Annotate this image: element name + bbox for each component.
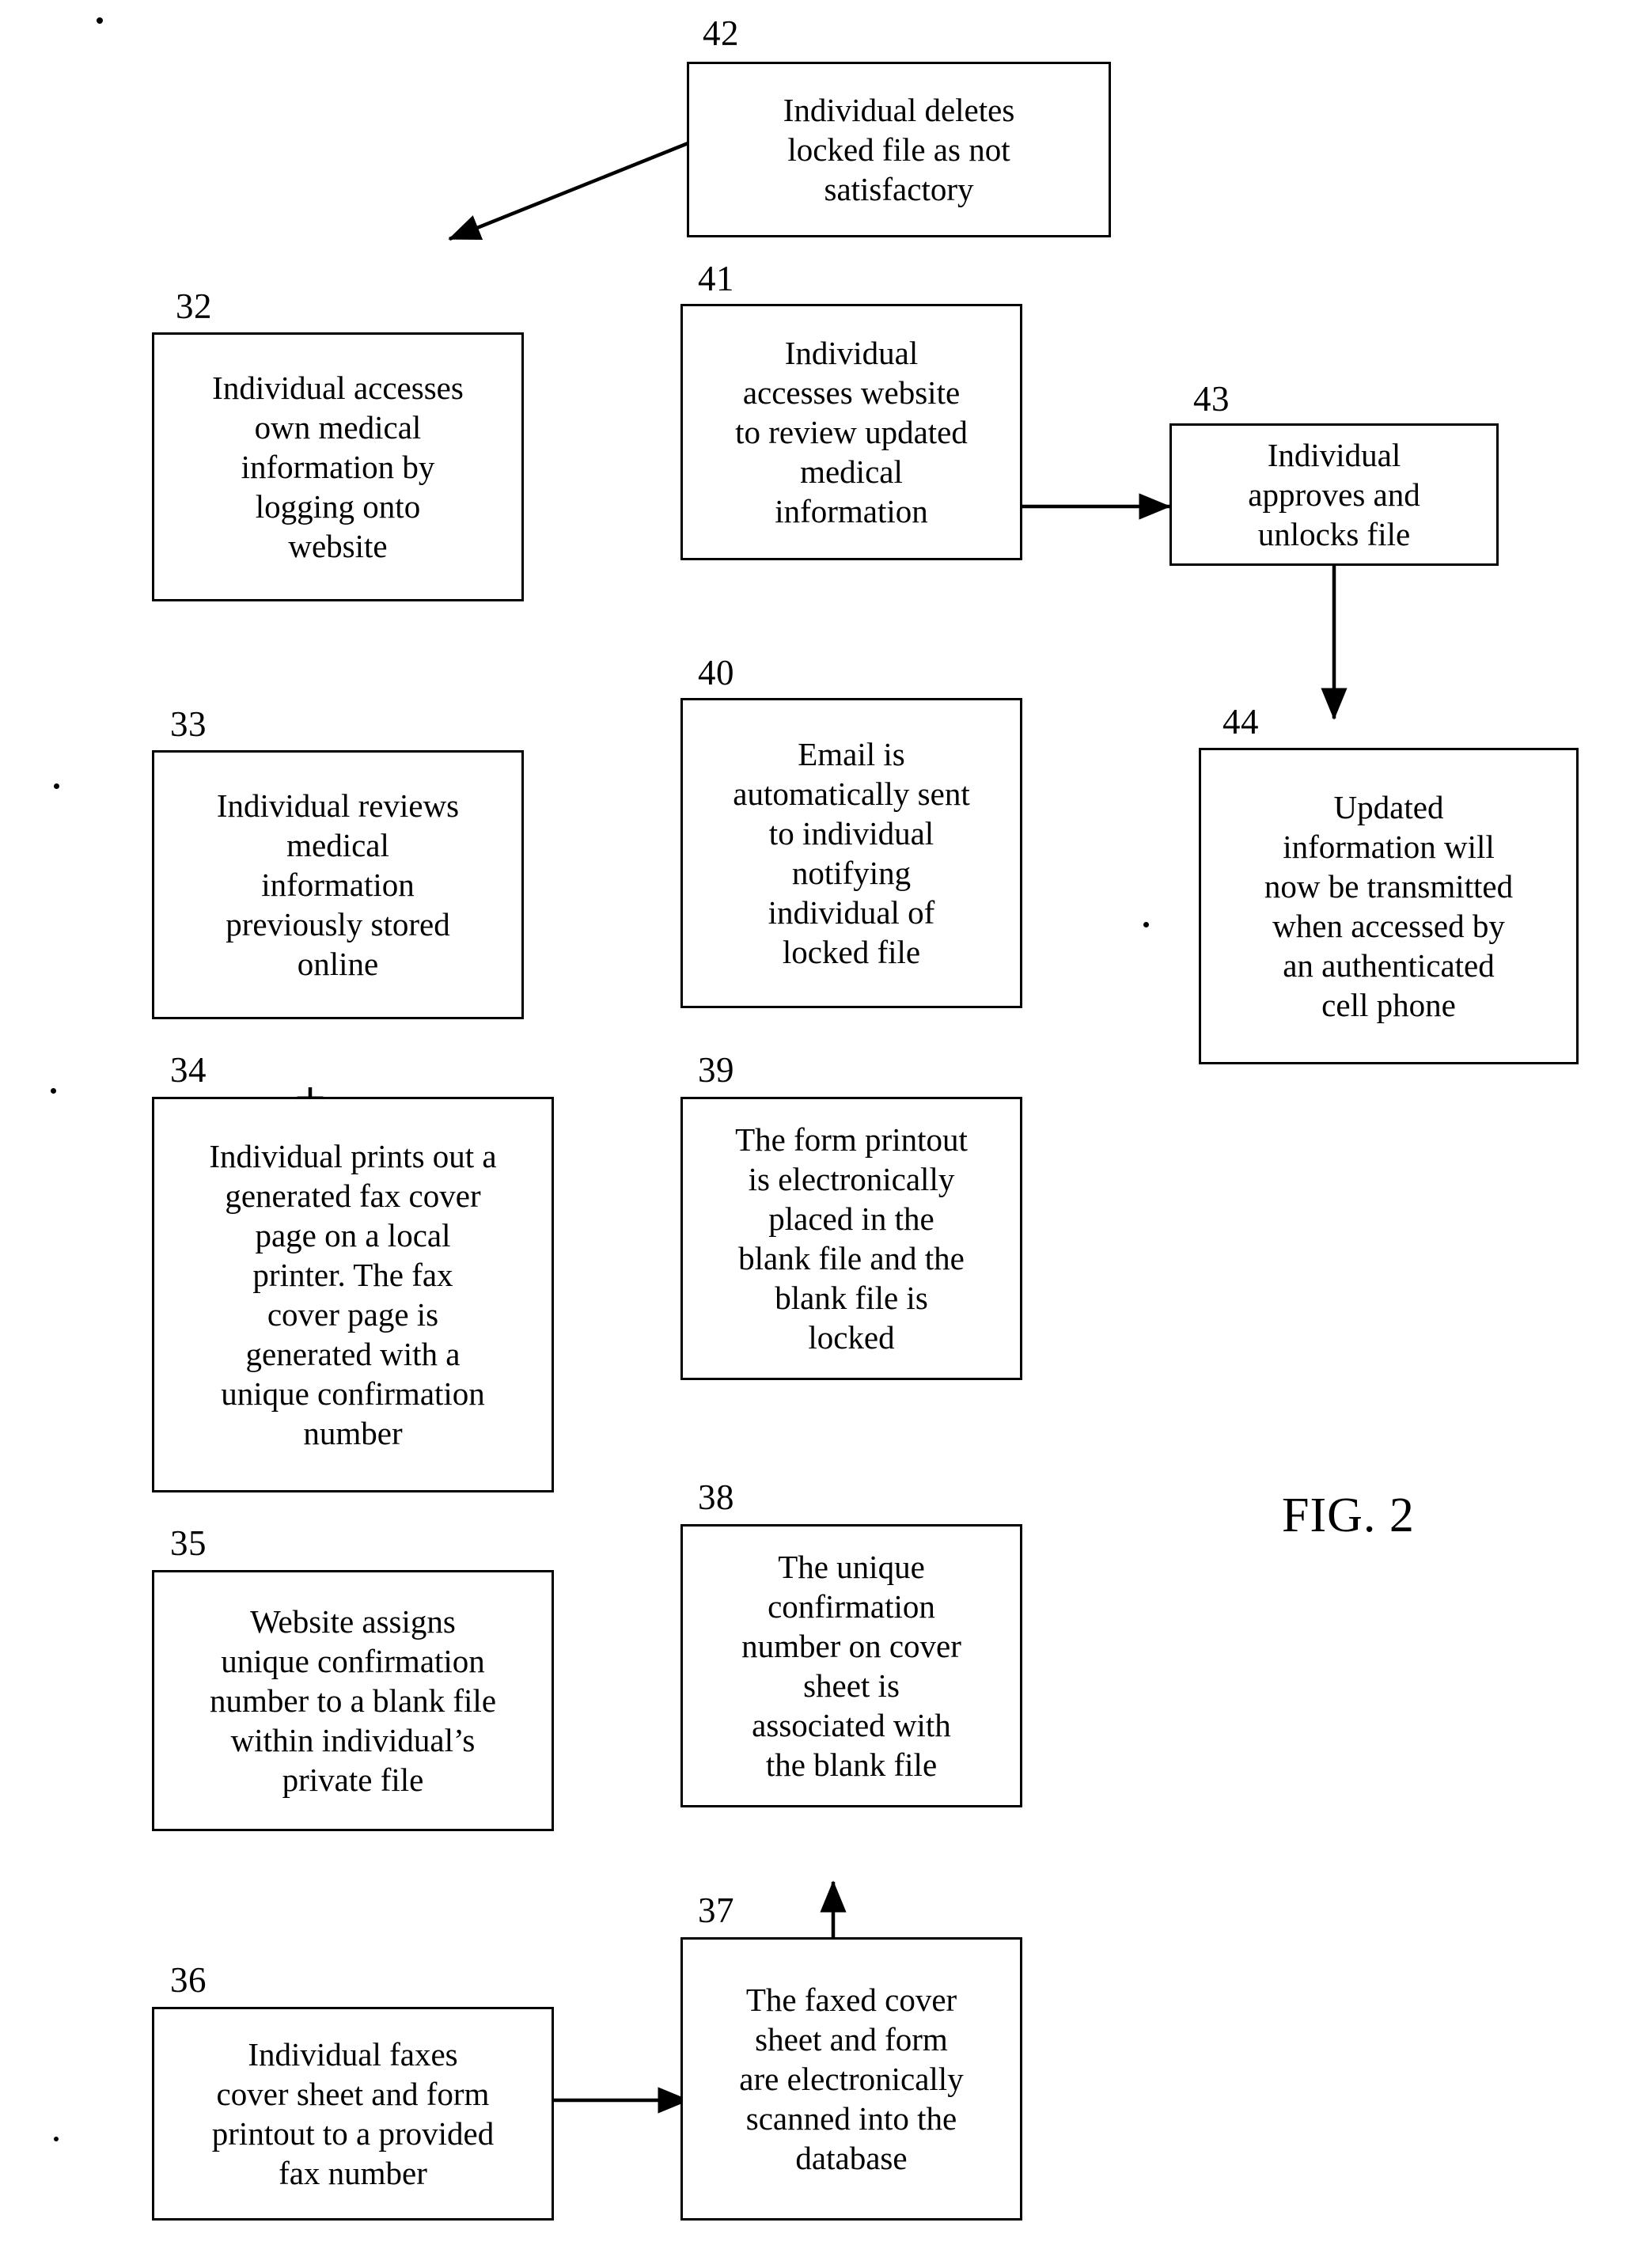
flow-node-40-text: Email is automatically sent to individua… bbox=[733, 735, 970, 971]
ref-numeral-36: 36 bbox=[170, 1960, 207, 2000]
flow-node-32-text: Individual accesses own medical informat… bbox=[212, 369, 464, 565]
flow-node-43[interactable]: Individual approves and unlocks file bbox=[1169, 423, 1499, 566]
flow-node-42-text: Individual deletes locked file as not sa… bbox=[783, 91, 1015, 207]
ref-numeral-43: 43 bbox=[1193, 379, 1230, 419]
flow-node-33-text: Individual reviews medical information p… bbox=[216, 787, 460, 983]
flow-node-38[interactable]: The unique confirmation number on cover … bbox=[680, 1524, 1022, 1807]
flow-node-36-text: Individual faxes cover sheet and form pr… bbox=[211, 2035, 495, 2192]
flow-node-35[interactable]: Website assigns unique confirmation numb… bbox=[152, 1570, 554, 1831]
flow-node-44-text: Updated information will now be transmit… bbox=[1264, 788, 1514, 1024]
ref-numeral-40: 40 bbox=[698, 653, 734, 692]
flow-node-33[interactable]: Individual reviews medical information p… bbox=[152, 750, 524, 1019]
scan-speck bbox=[1143, 922, 1149, 927]
ref-numeral-38: 38 bbox=[698, 1477, 734, 1517]
scan-speck bbox=[54, 2137, 59, 2141]
flow-node-32[interactable]: Individual accesses own medical informat… bbox=[152, 332, 524, 601]
flow-node-39-text: The form printout is electronically plac… bbox=[735, 1121, 968, 1356]
flow-node-41[interactable]: Individual accesses website to review up… bbox=[680, 304, 1022, 560]
flow-node-34-text: Individual prints out a generated fax co… bbox=[209, 1137, 497, 1452]
ref-numeral-34: 34 bbox=[170, 1050, 207, 1090]
ref-numeral-32: 32 bbox=[176, 286, 212, 326]
flow-node-43-text: Individual approves and unlocks file bbox=[1248, 436, 1420, 552]
scan-speck bbox=[54, 783, 59, 789]
patent-figure-page: 42 Individual deletes locked file as not… bbox=[0, 0, 1630, 2268]
flow-node-39[interactable]: The form printout is electronically plac… bbox=[680, 1097, 1022, 1380]
flow-node-37-text: The faxed cover sheet and form are elect… bbox=[739, 1981, 964, 2177]
scan-speck bbox=[51, 1088, 56, 1094]
flow-node-34[interactable]: Individual prints out a generated fax co… bbox=[152, 1097, 554, 1492]
ref-numeral-33: 33 bbox=[170, 704, 207, 744]
flow-node-36[interactable]: Individual faxes cover sheet and form pr… bbox=[152, 2007, 554, 2221]
flow-node-35-text: Website assigns unique confirmation numb… bbox=[209, 1602, 497, 1799]
flow-node-38-text: The unique confirmation number on cover … bbox=[741, 1548, 961, 1784]
ref-numeral-44: 44 bbox=[1222, 702, 1259, 741]
flow-node-42[interactable]: Individual deletes locked file as not sa… bbox=[687, 62, 1111, 237]
flow-node-40[interactable]: Email is automatically sent to individua… bbox=[680, 698, 1022, 1008]
flow-node-41-text: Individual accesses website to review up… bbox=[735, 334, 968, 530]
flow-node-44[interactable]: Updated information will now be transmit… bbox=[1199, 748, 1579, 1064]
flow-node-37[interactable]: The faxed cover sheet and form are elect… bbox=[680, 1937, 1022, 2221]
scan-speck bbox=[97, 17, 103, 24]
ref-numeral-37: 37 bbox=[698, 1891, 734, 1930]
ref-numeral-42: 42 bbox=[703, 13, 739, 53]
ref-numeral-39: 39 bbox=[698, 1050, 734, 1090]
ref-numeral-35: 35 bbox=[170, 1523, 207, 1563]
ref-numeral-41: 41 bbox=[698, 259, 734, 298]
figure-label: FIG. 2 bbox=[1282, 1489, 1415, 1542]
